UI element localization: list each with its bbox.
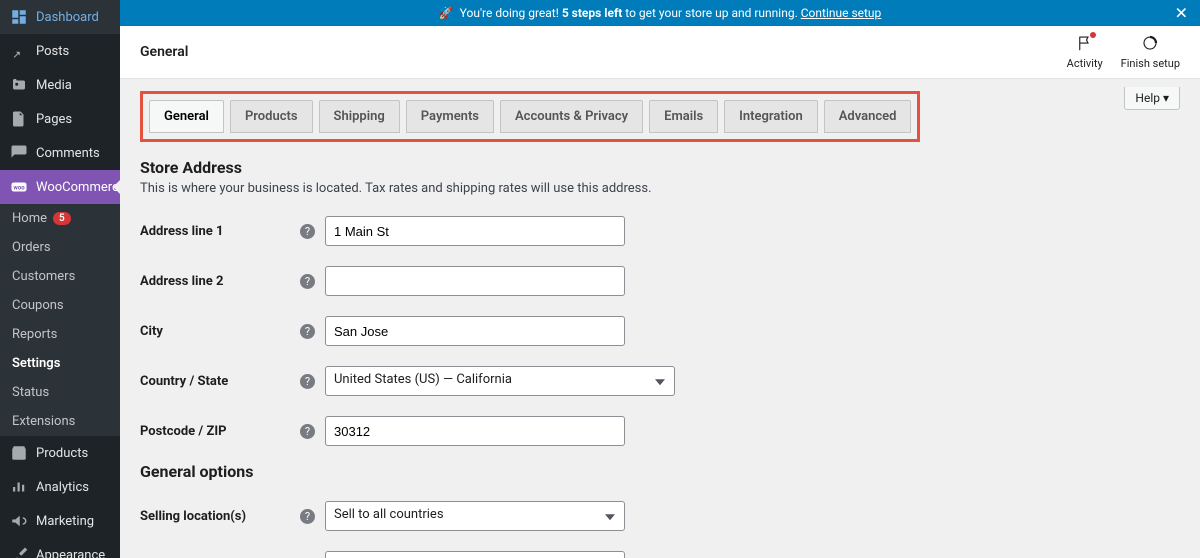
sidebar-label: Pages <box>36 112 72 127</box>
sidebar-sub-label: Reports <box>12 327 57 342</box>
analytics-icon <box>10 478 28 496</box>
sidebar-label: WooCommerce <box>36 180 120 195</box>
sidebar-label: Analytics <box>36 480 89 495</box>
sidebar-woocommerce[interactable]: woo WooCommerce <box>0 170 120 204</box>
address2-label: Address line 2 <box>140 274 300 289</box>
products-icon <box>10 444 28 462</box>
sidebar-sub-label: Extensions <box>12 414 75 429</box>
page-title: General <box>140 44 188 60</box>
brush-icon <box>10 546 28 558</box>
sidebar-sub-label: Status <box>12 385 49 400</box>
home-badge: 5 <box>53 212 71 225</box>
sidebar-label: Comments <box>36 146 100 161</box>
sidebar-sub-label: Coupons <box>12 298 64 313</box>
sidebar-dashboard[interactable]: Dashboard <box>0 0 120 34</box>
rocket-icon: 🚀 <box>439 6 454 20</box>
sidebar-label: Posts <box>36 44 69 59</box>
megaphone-icon <box>10 512 28 530</box>
sidebar-sub-customers[interactable]: Customers <box>0 262 120 291</box>
sidebar-sub-label: Home <box>12 211 47 226</box>
help-tab[interactable]: Help <box>1124 87 1180 110</box>
progress-circle-icon <box>1141 34 1159 55</box>
tab-products[interactable]: Products <box>230 100 313 133</box>
help-icon[interactable]: ? <box>300 424 315 439</box>
settings-content: Help General Products Shipping Payments … <box>120 79 1200 558</box>
settings-tabs: General Products Shipping Payments Accou… <box>149 100 911 133</box>
notification-dot <box>1090 32 1096 38</box>
address1-label: Address line 1 <box>140 224 300 239</box>
sidebar-sub-settings[interactable]: Settings <box>0 349 120 378</box>
tab-advanced[interactable]: Advanced <box>824 100 912 133</box>
store-address-desc: This is where your business is located. … <box>140 181 1180 196</box>
address1-input[interactable] <box>325 216 625 246</box>
comment-icon <box>10 144 28 162</box>
tab-shipping[interactable]: Shipping <box>319 100 400 133</box>
flag-icon <box>1076 34 1094 55</box>
country-label: Country / State <box>140 374 300 389</box>
sidebar-sub-label: Settings <box>12 356 60 371</box>
postcode-label: Postcode / ZIP <box>140 424 300 439</box>
sidebar-sub-status[interactable]: Status <box>0 378 120 407</box>
sidebar-label: Marketing <box>36 514 94 529</box>
media-icon <box>10 76 28 94</box>
general-options-heading: General options <box>140 462 1180 481</box>
woo-icon: woo <box>10 178 28 196</box>
address2-input[interactable] <box>325 266 625 296</box>
postcode-input[interactable] <box>325 416 625 446</box>
finish-setup-button[interactable]: Finish setup <box>1121 34 1180 70</box>
sidebar-sub-home[interactable]: Home 5 <box>0 204 120 233</box>
finish-setup-label: Finish setup <box>1121 57 1180 70</box>
activity-label: Activity <box>1067 57 1103 70</box>
continue-setup-link[interactable]: Continue setup <box>801 6 882 20</box>
setup-banner: 🚀 You're doing great! 5 steps left to ge… <box>120 0 1200 26</box>
banner-text: You're doing great! 5 steps left to get … <box>460 6 882 20</box>
sidebar-label: Appearance <box>36 548 105 558</box>
top-bar: General Activity Finish setup <box>120 26 1200 79</box>
main-content: 🚀 You're doing great! 5 steps left to ge… <box>120 0 1200 558</box>
help-icon[interactable]: ? <box>300 324 315 339</box>
help-icon[interactable]: ? <box>300 509 315 524</box>
sidebar-products[interactable]: Products <box>0 436 120 470</box>
store-address-heading: Store Address <box>140 158 1180 177</box>
sidebar-sub-extensions[interactable]: Extensions <box>0 407 120 436</box>
sidebar-label: Dashboard <box>36 10 99 25</box>
activity-button[interactable]: Activity <box>1067 34 1103 70</box>
tab-general[interactable]: General <box>149 100 224 133</box>
tab-integration[interactable]: Integration <box>724 100 818 133</box>
tab-accounts[interactable]: Accounts & Privacy <box>500 100 643 133</box>
sidebar-sub-label: Customers <box>12 269 75 284</box>
help-icon[interactable]: ? <box>300 374 315 389</box>
sidebar-sub-orders[interactable]: Orders <box>0 233 120 262</box>
sidebar-appearance[interactable]: Appearance <box>0 538 120 558</box>
dashboard-icon <box>10 8 28 26</box>
admin-sidebar: Dashboard Posts Media Pages Comments woo… <box>0 0 120 558</box>
sidebar-label: Media <box>36 78 72 93</box>
tab-payments[interactable]: Payments <box>406 100 494 133</box>
tab-emails[interactable]: Emails <box>649 100 718 133</box>
sidebar-comments[interactable]: Comments <box>0 136 120 170</box>
sidebar-pages[interactable]: Pages <box>0 102 120 136</box>
pin-icon <box>10 42 28 60</box>
shipping-locations-select[interactable]: Ship to all countries you sell to <box>325 551 625 558</box>
page-icon <box>10 110 28 128</box>
sidebar-media[interactable]: Media <box>0 68 120 102</box>
sidebar-marketing[interactable]: Marketing <box>0 504 120 538</box>
close-icon[interactable]: ✕ <box>1175 4 1188 23</box>
help-icon[interactable]: ? <box>300 224 315 239</box>
sidebar-sub-coupons[interactable]: Coupons <box>0 291 120 320</box>
help-icon[interactable]: ? <box>300 274 315 289</box>
sidebar-analytics[interactable]: Analytics <box>0 470 120 504</box>
sidebar-sub-reports[interactable]: Reports <box>0 320 120 349</box>
selling-locations-select[interactable]: Sell to all countries <box>325 501 625 531</box>
sidebar-posts[interactable]: Posts <box>0 34 120 68</box>
svg-text:woo: woo <box>13 184 25 191</box>
country-select[interactable]: United States (US) — California <box>325 366 675 396</box>
sidebar-label: Products <box>36 446 88 461</box>
city-input[interactable] <box>325 316 625 346</box>
tabs-highlight: General Products Shipping Payments Accou… <box>140 91 920 142</box>
city-label: City <box>140 324 300 339</box>
sidebar-sub-label: Orders <box>12 240 51 255</box>
selling-locations-label: Selling location(s) <box>140 509 300 524</box>
